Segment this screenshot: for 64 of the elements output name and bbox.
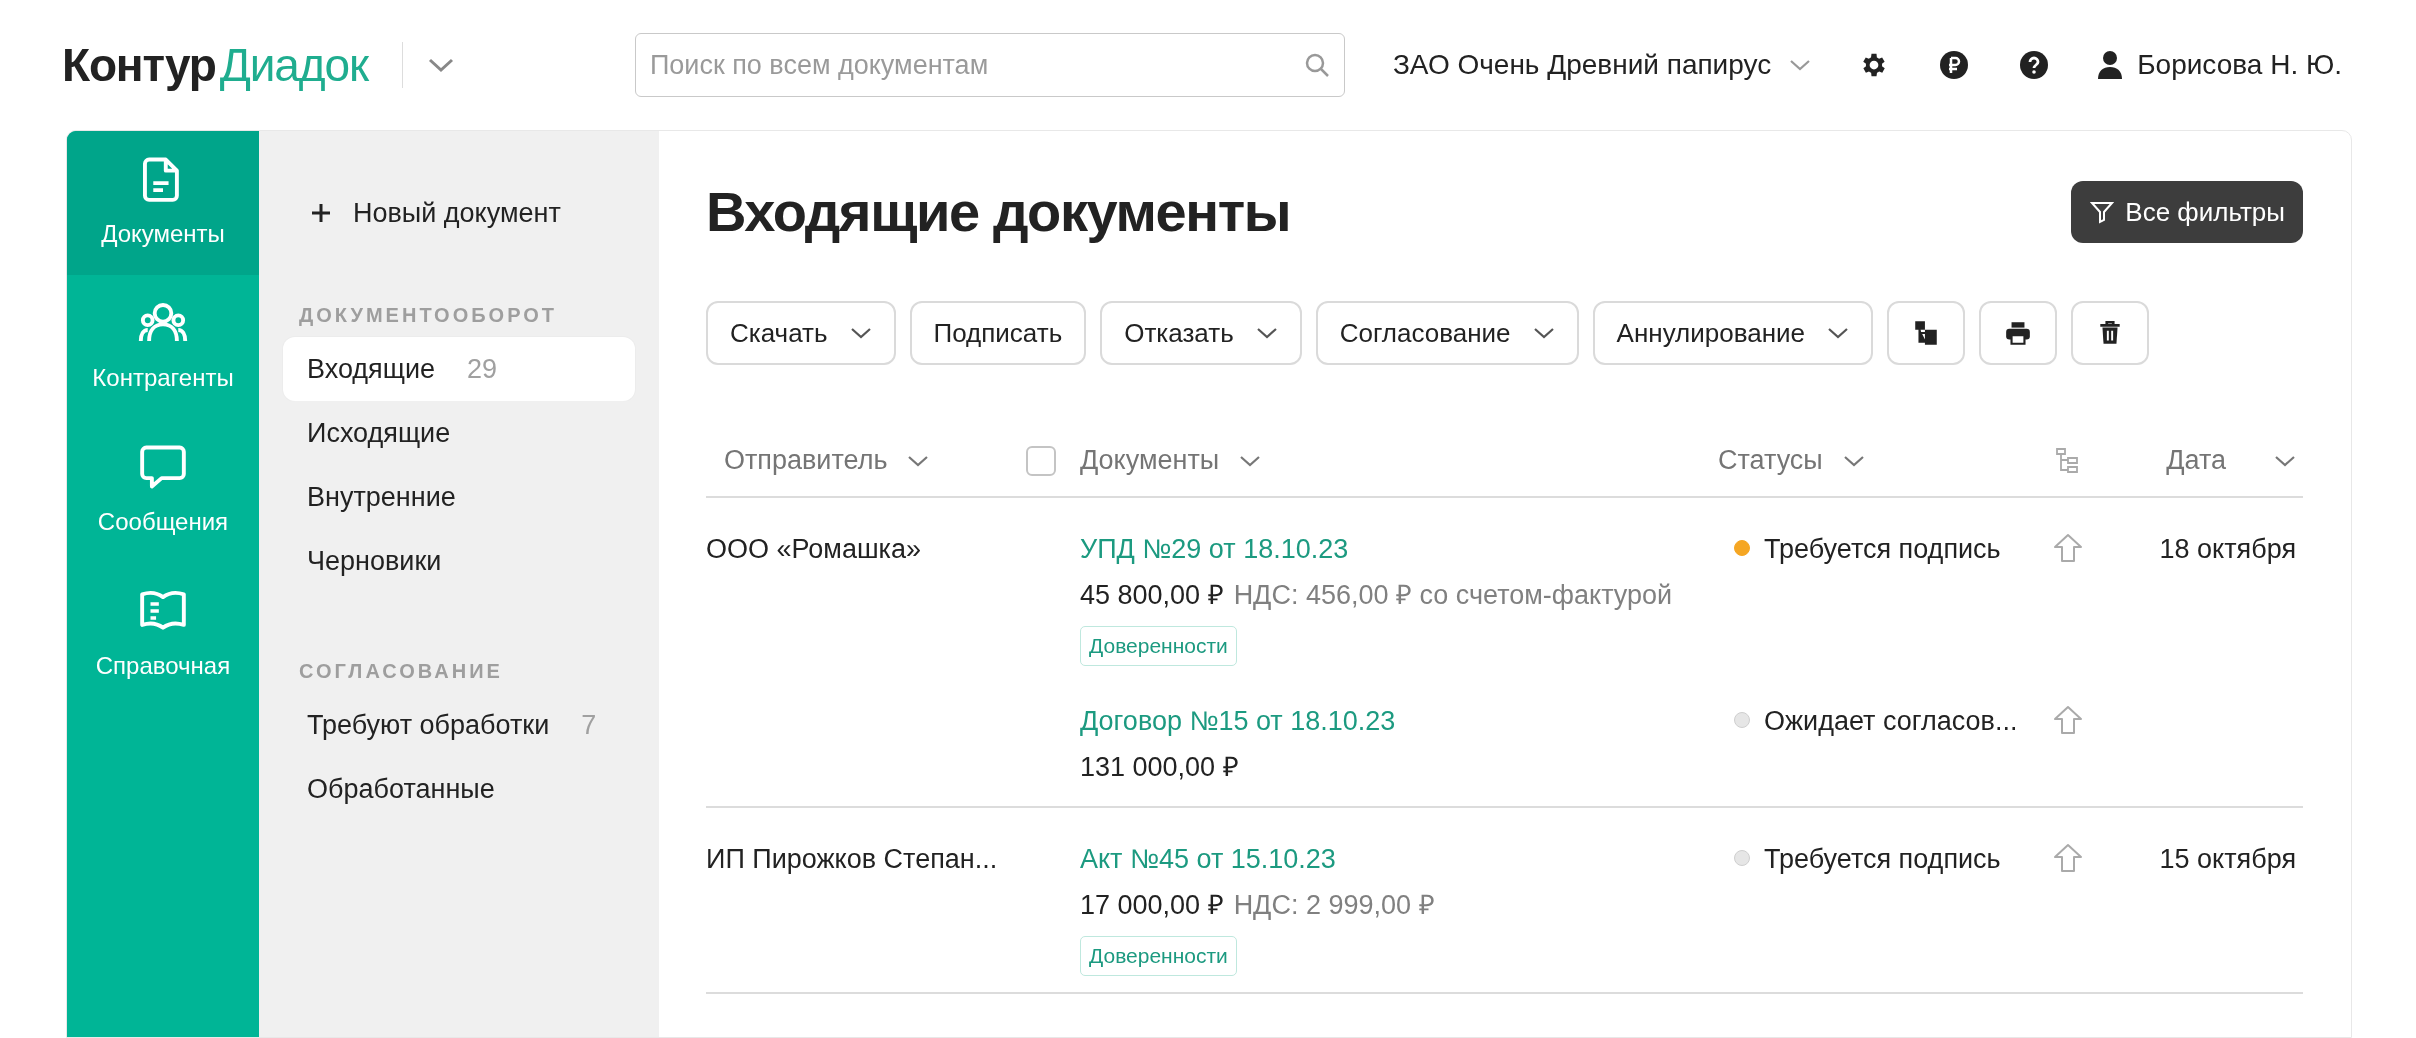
vat-text: НДС: 2 999,00 ₽ [1233, 889, 1435, 922]
document-link[interactable]: Акт №45 от 15.10.23 [1080, 836, 1336, 882]
nav-label: Справочная [95, 651, 231, 681]
tag[interactable]: Доверенности [1080, 936, 1237, 976]
chevron-down-icon [1827, 326, 1849, 340]
document-link[interactable]: УПД №29 от 18.10.23 [1080, 526, 1349, 572]
tree-button[interactable] [1887, 301, 1965, 365]
folder-item[interactable]: Входящие 29 [283, 337, 635, 401]
page-title: Входящие документы [706, 179, 1291, 245]
nav-label: Контрагенты [92, 363, 234, 393]
dropdown-button[interactable]: Аннулирование [1592, 301, 1873, 365]
amount-text: 17 000,00 ₽ [1080, 889, 1224, 922]
status-text: Требуется подпись [1764, 843, 2001, 876]
column-header[interactable]: Документы [1080, 440, 1718, 481]
chevron-down-icon [1255, 326, 1278, 340]
chevron-down-icon [849, 326, 872, 340]
organization-selector[interactable]: ЗАО Очень Древний папирус [1392, 44, 1812, 86]
status-text: Ожидает согласов... [1764, 705, 2018, 738]
chevron-down-icon [2274, 453, 2296, 468]
select-all-checkbox[interactable] [1026, 445, 1056, 476]
column-header[interactable]: Отправитель [706, 440, 1022, 481]
filters-button[interactable]: Все фильтры [2071, 181, 2303, 243]
column-header[interactable]: Статусы [1718, 440, 2040, 481]
new-document-button[interactable]: Новый документ [283, 183, 589, 243]
date-text: 15 октября [2158, 843, 2297, 876]
sign-button[interactable]: Подписать [909, 301, 1087, 365]
ruble-icon[interactable] [1939, 50, 1970, 80]
dropdown-button[interactable]: Отказать [1100, 301, 1302, 365]
column-header[interactable]: Дата [2110, 440, 2302, 481]
chevron-down-icon [1842, 453, 1865, 468]
tree-icon [1912, 319, 1940, 347]
count-label: 29 [467, 352, 498, 386]
section-header: СОГЛАСОВАНИЕ [298, 659, 504, 684]
status-text: Требуется подпись [1764, 533, 2001, 566]
nav-label: Документы [101, 219, 225, 249]
amount-text: 45 800,00 ₽ [1080, 579, 1224, 612]
amount-text: 131 000,00 ₽ [1080, 751, 1239, 784]
search-icon [1303, 52, 1330, 78]
sender-name: ИП Пирожков Степан... [706, 843, 999, 876]
date-text: 18 октября [2158, 533, 2297, 566]
filter-icon [2089, 199, 2116, 225]
chevron-down-icon [1789, 58, 1812, 72]
search-input[interactable]: Поиск по всем документам [649, 44, 1304, 86]
chevron-down-icon[interactable] [426, 56, 455, 74]
section-header: ДОКУМЕНТООБОРОТ [298, 303, 558, 328]
printer-button[interactable] [1979, 301, 2057, 365]
tag[interactable]: Доверенности [1080, 626, 1237, 666]
dropdown-button[interactable]: Согласование [1315, 301, 1579, 365]
document-link[interactable]: Договор №15 от 18.10.23 [1080, 698, 1396, 744]
count-label: 7 [581, 708, 597, 742]
plus-icon [311, 203, 331, 223]
nav-label: Сообщения [97, 507, 229, 537]
sender-name: ООО «Ромашка» [706, 533, 923, 566]
chevron-down-icon [907, 453, 930, 468]
user-icon [2097, 50, 2124, 80]
user-name[interactable]: Борисова Н. Ю. [2137, 44, 2342, 86]
help-icon[interactable] [2019, 50, 2050, 80]
printer-icon [2004, 319, 2032, 347]
vat-text: НДС: 456,00 ₽ со счетом-фактурой [1233, 579, 1673, 612]
chevron-down-icon [1532, 326, 1555, 340]
search-field[interactable]: Поиск по всем документам [634, 33, 1345, 97]
dropdown-button[interactable]: Скачать [706, 301, 896, 365]
trash-button[interactable] [2071, 301, 2149, 365]
chevron-down-icon [1239, 453, 1262, 468]
